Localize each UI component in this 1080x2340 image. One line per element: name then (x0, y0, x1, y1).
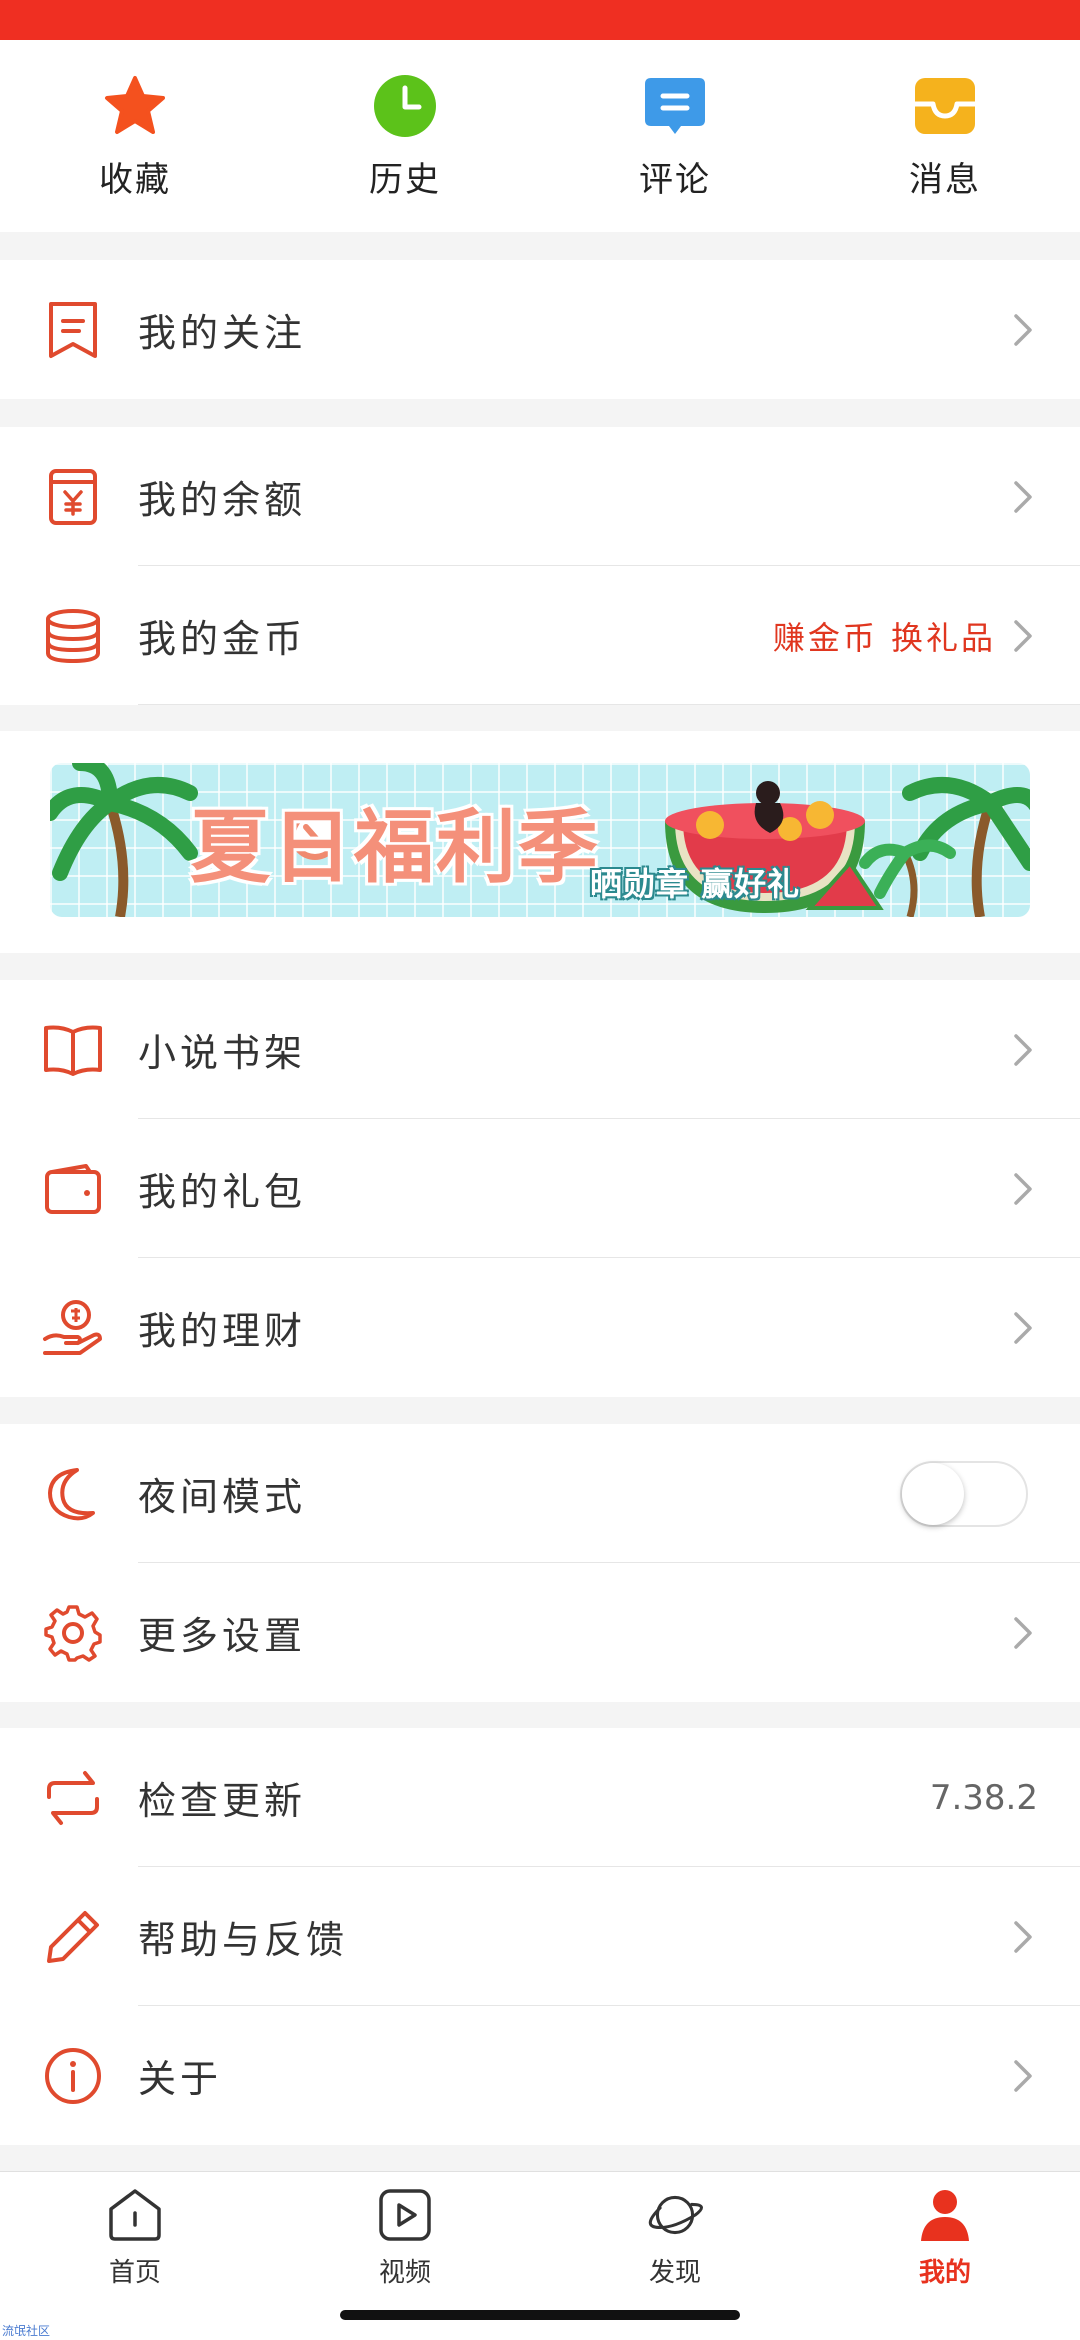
quick-actions: 收藏 历史 评论 消息 (0, 40, 1080, 232)
section-wallet: 我的余额 我的金币 赚金币 换礼品 (0, 427, 1080, 705)
chevron-right-icon (1014, 1033, 1032, 1066)
night-mode-toggle[interactable] (900, 1460, 1028, 1527)
menu-item-check-update[interactable]: 检查更新 7.38.2 (0, 1728, 1080, 1867)
promo-banner[interactable]: 夏日福利季 晒勋章 赢好礼 (50, 763, 1030, 917)
menu-item-about[interactable]: 关于 (0, 2006, 1080, 2145)
version-number: 7.38.2 (929, 1777, 1038, 1818)
menu-item-night-mode-label: 夜间模式 (138, 1475, 307, 1519)
money-hand-icon (42, 1297, 104, 1359)
section-services: 小说书架 我的礼包 我的理财 (0, 980, 1080, 1397)
coin-stack-icon (42, 605, 104, 667)
inbox-icon (913, 74, 977, 138)
planet-icon (646, 2186, 704, 2244)
quick-favorites-label: 收藏 (99, 160, 171, 200)
quick-comments[interactable]: 评论 (540, 40, 810, 232)
menu-item-help[interactable]: 帮助与反馈 (0, 1867, 1080, 2006)
quick-history[interactable]: 历史 (270, 40, 540, 232)
quick-messages-label: 消息 (909, 160, 981, 200)
tab-home-label: 首页 (108, 2258, 161, 2288)
star-icon (103, 74, 167, 138)
menu-item-night-mode: 夜间模式 (0, 1424, 1080, 1563)
menu-item-bookshelf[interactable]: 小说书架 (0, 980, 1080, 1119)
tab-discover-label: 发现 (648, 2258, 701, 2288)
book-icon (42, 1019, 104, 1081)
video-play-icon (376, 2186, 434, 2244)
banner-subtitle: 晒勋章 赢好礼 (590, 865, 801, 903)
menu-item-more-settings-label: 更多设置 (138, 1614, 307, 1658)
menu-item-gift[interactable]: 我的礼包 (0, 1119, 1080, 1258)
tab-home[interactable]: 首页 (0, 2172, 270, 2340)
person-icon (916, 2186, 974, 2244)
divider (138, 704, 1080, 705)
coins-promo-text[interactable]: 赚金币 换礼品 (773, 613, 996, 659)
tab-video-label: 视频 (378, 2258, 431, 2288)
section-preferences: 夜间模式 更多设置 (0, 1424, 1080, 1702)
home-indicator[interactable] (340, 2310, 740, 2320)
bookmark-icon (42, 299, 104, 361)
info-icon (42, 2045, 104, 2107)
menu-item-coins[interactable]: 我的金币 赚金币 换礼品 (0, 566, 1080, 705)
clock-icon (373, 74, 437, 138)
menu-item-bookshelf-label: 小说书架 (138, 1031, 307, 1075)
chevron-right-icon (1014, 1920, 1032, 1953)
pencil-icon (42, 1906, 104, 1968)
chevron-right-icon (1014, 619, 1032, 652)
quick-favorites[interactable]: 收藏 (0, 40, 270, 232)
chevron-right-icon (1014, 1616, 1032, 1649)
banner-section: 夏日福利季 晒勋章 赢好礼 (0, 731, 1080, 953)
section-follow: 我的关注 (0, 260, 1080, 399)
menu-item-check-update-label: 检查更新 (138, 1779, 307, 1823)
chevron-right-icon (1014, 313, 1032, 346)
banner-title: 夏日福利季 (190, 800, 600, 894)
menu-item-coins-label: 我的金币 (138, 617, 307, 661)
menu-item-finance-label: 我的理财 (138, 1309, 307, 1353)
home-icon (106, 2186, 164, 2244)
quick-messages[interactable]: 消息 (810, 40, 1080, 232)
menu-item-help-label: 帮助与反馈 (138, 1918, 349, 1962)
menu-item-gift-label: 我的礼包 (138, 1170, 307, 1214)
chevron-right-icon (1014, 2059, 1032, 2092)
moon-icon (42, 1463, 104, 1525)
wallet-icon (42, 1158, 104, 1220)
menu-item-about-label: 关于 (138, 2057, 223, 2101)
tab-me-label: 我的 (918, 2258, 971, 2288)
gear-icon (42, 1602, 104, 1664)
menu-item-more-settings[interactable]: 更多设置 (0, 1563, 1080, 1702)
watermark: 流氓社区 (2, 2324, 51, 2338)
menu-item-follow[interactable]: 我的关注 (0, 260, 1080, 399)
menu-item-follow-label: 我的关注 (138, 311, 307, 355)
menu-item-balance-label: 我的余额 (138, 478, 307, 522)
section-app-info: 检查更新 7.38.2 帮助与反馈 关于 (0, 1728, 1080, 2145)
chevron-right-icon (1014, 480, 1032, 513)
toggle-knob (902, 1462, 964, 1525)
refresh-icon (42, 1767, 104, 1829)
chevron-right-icon (1014, 1172, 1032, 1205)
quick-history-label: 历史 (369, 160, 441, 200)
quick-comments-label: 评论 (639, 160, 711, 200)
status-bar (0, 0, 1080, 40)
menu-item-balance[interactable]: 我的余额 (0, 427, 1080, 566)
chevron-right-icon (1014, 1311, 1032, 1344)
comment-icon (643, 74, 707, 138)
tab-me[interactable]: 我的 (810, 2172, 1080, 2340)
yen-card-icon (42, 466, 104, 528)
menu-item-finance[interactable]: 我的理财 (0, 1258, 1080, 1397)
